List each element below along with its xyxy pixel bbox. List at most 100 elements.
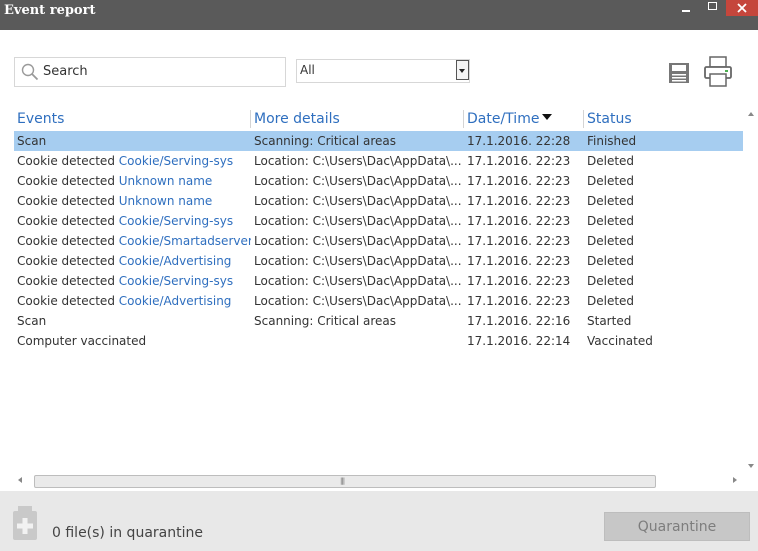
table-row[interactable]: Cookie detected Cookie/Advertising Locati…	[14, 291, 743, 311]
filter-dropdown[interactable]: All	[296, 59, 470, 83]
datetime-cell: 17.1.2016. 22:28	[467, 134, 571, 148]
event-link[interactable]: Cookie/Serving-sys	[119, 214, 233, 228]
event-link[interactable]: Unknown name	[119, 174, 213, 188]
details-cell: Location: C:\Users\Dac\AppData\...	[254, 294, 462, 308]
event-cell: Cookie detected Cookie/Serving-sys	[17, 211, 251, 231]
column-divider[interactable]	[250, 110, 251, 128]
column-header-status[interactable]: Status	[587, 108, 632, 130]
table-row[interactable]: Scan Scanning: Critical areas 17.1.2016. 2…	[14, 311, 743, 331]
table-row[interactable]: Cookie detected Cookie/Serving-sys Locati…	[14, 271, 743, 291]
event-cell: Cookie detected Unknown name	[17, 171, 251, 191]
column-divider[interactable]	[463, 110, 464, 128]
event-cell: Cookie detected Cookie/Advertising	[17, 251, 251, 271]
event-link[interactable]: Cookie/Serving-sys	[119, 274, 233, 288]
close-icon[interactable]	[726, 0, 758, 16]
event-label: Cookie detected	[17, 154, 115, 168]
status-cell: Deleted	[587, 174, 635, 188]
details-cell: Location: C:\Users\Dac\AppData\...	[254, 194, 462, 208]
event-label: Cookie detected	[17, 194, 115, 208]
status-cell: Deleted	[587, 254, 635, 268]
datetime-cell: 17.1.2016. 22:14	[467, 334, 571, 348]
event-cell: Cookie detected Cookie/Serving-sys	[17, 151, 251, 171]
status-cell: Deleted	[587, 294, 635, 308]
datetime-cell: 17.1.2016. 22:23	[467, 254, 571, 268]
print-icon[interactable]	[703, 56, 733, 91]
event-cell: Scan	[17, 311, 251, 331]
event-link[interactable]: Unknown name	[119, 194, 213, 208]
event-label: Cookie detected	[17, 214, 115, 228]
quarantine-button[interactable]: Quarantine	[604, 512, 750, 541]
table-row[interactable]: Scan Scanning: Critical areas 17.1.2016. 2…	[14, 131, 743, 151]
grip-icon: |||	[340, 477, 345, 485]
table-body: Scan Scanning: Critical areas 17.1.2016. 2…	[14, 131, 743, 351]
datetime-cell: 17.1.2016. 22:23	[467, 214, 571, 228]
event-table: Events More details Date/Time Status Sca…	[14, 108, 743, 472]
details-cell: Location: C:\Users\Dac\AppData\...	[254, 274, 462, 288]
status-cell: Deleted	[587, 154, 635, 168]
datetime-cell: 17.1.2016. 22:23	[467, 154, 571, 168]
status-cell: Deleted	[587, 274, 635, 288]
event-link[interactable]: Cookie/Serving-sys	[119, 154, 233, 168]
column-divider[interactable]	[583, 110, 584, 128]
details-cell: Location: C:\Users\Dac\AppData\...	[254, 214, 462, 228]
details-cell: Location: C:\Users\Dac\AppData\...	[254, 234, 462, 248]
chevron-down-icon[interactable]	[456, 60, 469, 80]
event-link[interactable]: Cookie/Advertising	[119, 254, 232, 268]
details-cell: Scanning: Critical areas	[254, 134, 396, 148]
status-cell: Finished	[587, 134, 637, 148]
scroll-up-icon[interactable]	[748, 112, 754, 116]
event-link[interactable]: Cookie/Advertising	[119, 294, 232, 308]
event-label: Cookie detected	[17, 174, 115, 188]
scroll-down-icon[interactable]	[748, 464, 754, 468]
event-cell: Cookie detected Cookie/Advertising	[17, 291, 251, 311]
event-link[interactable]: Cookie/Smartadserver	[119, 234, 251, 248]
table-row[interactable]: Computer vaccinated 17.1.2016. 22:14 Vacci…	[14, 331, 743, 351]
details-cell: Location: C:\Users\Dac\AppData\...	[254, 254, 462, 268]
table-row[interactable]: Cookie detected Unknown name Location: C:…	[14, 191, 743, 211]
table-row[interactable]: Cookie detected Cookie/Smartadserver Loca…	[14, 231, 743, 251]
datetime-cell: 17.1.2016. 22:23	[467, 234, 571, 248]
datetime-cell: 17.1.2016. 22:23	[467, 174, 571, 188]
status-cell: Deleted	[587, 194, 635, 208]
scroll-left-icon[interactable]	[18, 477, 22, 483]
event-cell: Cookie detected Cookie/Smartadserver	[17, 231, 251, 251]
horizontal-scroll-thumb[interactable]: |||	[34, 475, 656, 488]
event-label: Computer vaccinated	[17, 334, 147, 348]
column-header-datetime[interactable]: Date/Time	[467, 108, 553, 130]
table-row[interactable]: Cookie detected Unknown name Location: C:…	[14, 171, 743, 191]
status-cell: Deleted	[587, 234, 635, 248]
table-header: Events More details Date/Time Status	[14, 108, 743, 130]
save-icon[interactable]	[668, 62, 690, 87]
datetime-cell: 17.1.2016. 22:23	[467, 294, 571, 308]
column-header-details[interactable]: More details	[254, 108, 340, 130]
minimize-icon[interactable]	[672, 0, 700, 16]
details-cell: Location: C:\Users\Dac\AppData\...	[254, 154, 462, 168]
table-row[interactable]: Cookie detected Cookie/Serving-sys Locati…	[14, 211, 743, 231]
event-label: Cookie detected	[17, 274, 115, 288]
horizontal-scrollbar[interactable]: |||	[14, 473, 743, 489]
event-label: Scan	[17, 134, 47, 148]
details-cell: Location: C:\Users\Dac\AppData\...	[254, 174, 462, 188]
event-label: Scan	[17, 314, 47, 328]
scroll-right-icon[interactable]	[733, 477, 737, 483]
search-box[interactable]	[14, 57, 286, 87]
event-label: Cookie detected	[17, 294, 115, 308]
event-label: Cookie detected	[17, 234, 115, 248]
status-cell: Vaccinated	[587, 334, 653, 348]
table-row[interactable]: Cookie detected Cookie/Serving-sys Locati…	[14, 151, 743, 171]
column-header-events[interactable]: Events	[17, 108, 64, 130]
datetime-cell: 17.1.2016. 22:23	[467, 194, 571, 208]
status-cell: Started	[587, 314, 632, 328]
search-input[interactable]	[43, 60, 279, 82]
datetime-cell: 17.1.2016. 22:16	[467, 314, 571, 328]
sort-descending-icon	[542, 114, 553, 120]
table-row[interactable]: Cookie detected Cookie/Advertising Locati…	[14, 251, 743, 271]
vertical-scrollbar[interactable]	[744, 108, 758, 472]
maximize-icon[interactable]	[700, 0, 726, 16]
event-cell: Cookie detected Unknown name	[17, 191, 251, 211]
column-header-datetime-label: Date/Time	[467, 111, 540, 127]
window-title: Event report	[4, 3, 96, 18]
event-cell: Scan	[17, 131, 251, 151]
title-bar: Event report	[0, 0, 758, 30]
filter-selected-value: All	[300, 63, 315, 77]
